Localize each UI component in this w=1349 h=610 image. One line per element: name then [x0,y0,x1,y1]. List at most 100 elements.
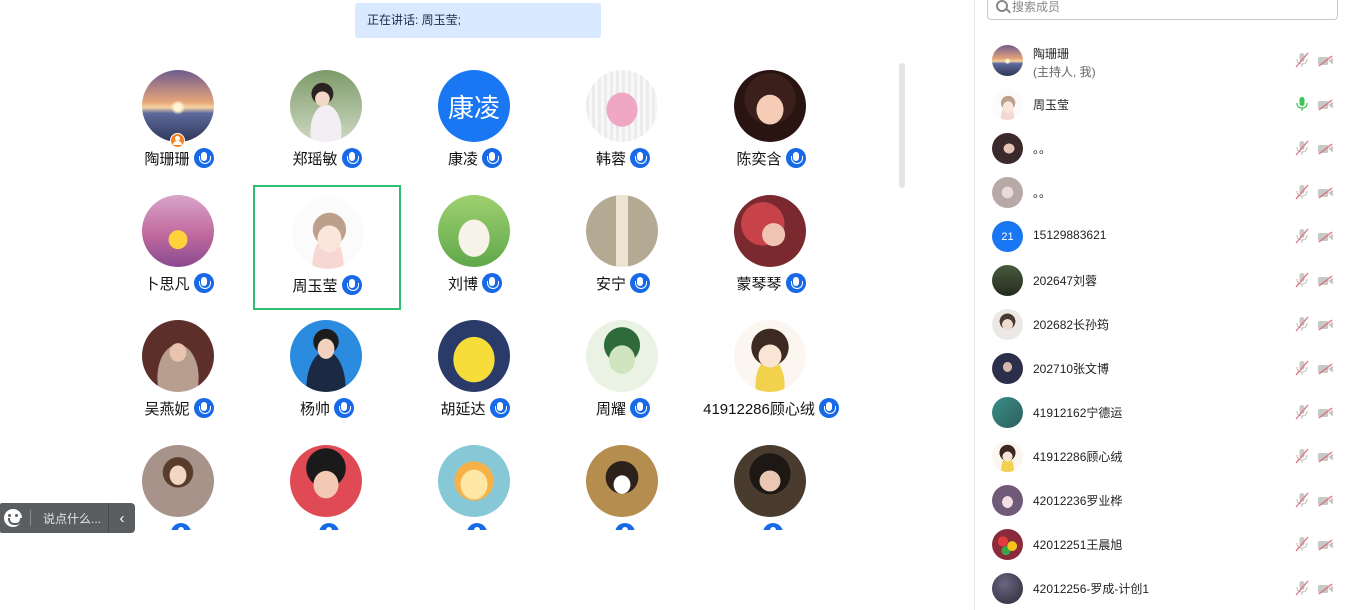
participant-tile[interactable]: 蒙琴琴 [697,185,845,310]
camera-off-icon[interactable] [1317,318,1334,331]
camera-off-icon[interactable] [1317,406,1334,419]
participant-tile[interactable]: 杨帅 [253,310,401,435]
mic-muted-icon[interactable] [1295,316,1309,332]
participant-row[interactable]: 42012256-罗成-计创1 [975,566,1349,610]
participant-row[interactable]: 。。 [975,170,1349,214]
mic-icon [193,398,214,418]
participant-tile[interactable]: 吴燕妮 [105,310,253,435]
participant-tile[interactable] [697,435,845,530]
participant-tile[interactable]: 刘博 [401,185,549,310]
participant-tile[interactable] [549,435,697,530]
participant-row[interactable]: 周玉莹 [975,82,1349,126]
chat-bar[interactable]: 说点什么... ‹ [0,503,135,533]
participant-tile[interactable]: 韩蓉 [549,60,697,185]
mic-muted-icon[interactable] [1295,52,1309,68]
participant-row-name: 42012236罗业桦 [1033,494,1123,508]
mic-muted-icon[interactable] [1295,580,1309,596]
camera-off-icon[interactable] [1317,142,1334,155]
participant-row-role: (主持人, 我) [1033,65,1096,79]
participant-row[interactable]: 21 15129883621 [975,214,1349,258]
participant-row-avatar [992,133,1023,164]
mic-muted-icon[interactable] [1295,492,1309,508]
camera-off-icon[interactable] [1317,450,1334,463]
participant-row[interactable]: 。。 [975,126,1349,170]
camera-off-icon[interactable] [1317,362,1334,375]
participant-tile[interactable]: 周玉莹 [253,185,401,310]
participant-row-name: 42012256-罗成-计创1 [1033,582,1150,596]
participant-row[interactable]: 202682长孙筠 [975,302,1349,346]
participant-row-name: 202647刘蓉 [1033,274,1098,288]
participant-avatar [142,445,214,517]
participant-tile[interactable]: 康凌 康凌 [401,60,549,185]
participant-tile[interactable] [401,435,549,530]
participant-row-name: 。。 [1033,142,1052,156]
participant-name: 刘博 [447,275,478,293]
participant-row-avatar [992,309,1023,340]
participant-row[interactable]: 陶珊珊 (主持人, 我) [975,38,1349,82]
participant-row-name: 。。 [1033,186,1052,200]
participant-avatar [142,70,214,142]
participant-row-name: 202710张文博 [1033,362,1110,376]
participant-row-avatar [992,441,1023,472]
mic-muted-icon[interactable] [1295,448,1309,464]
member-search-input[interactable]: 搜索成员 [987,0,1338,20]
participant-row[interactable]: 42012236罗业桦 [975,478,1349,522]
camera-off-icon[interactable] [1317,582,1334,595]
participant-avatar [290,445,362,517]
participants-panel: 搜索成员 陶珊珊 (主持人, 我) 周玉莹。。。。 21 15129883621 2026… [974,0,1349,610]
participant-tile[interactable]: 胡延达 [401,310,549,435]
participant-row[interactable]: 42012251王晨旭 [975,522,1349,566]
collapse-chevron-icon[interactable]: ‹ [109,510,135,527]
camera-off-icon[interactable] [1317,186,1334,199]
participant-row-avatar [992,573,1023,604]
mic-icon [763,523,783,530]
mic-icon [171,523,191,530]
mic-muted-icon[interactable] [1295,404,1309,420]
participant-name-row: 安宁 [549,271,697,295]
camera-off-icon[interactable] [1317,494,1334,507]
participant-name: 杨帅 [299,400,330,418]
participant-tile[interactable]: 卜思凡 [105,185,253,310]
mic-muted-icon[interactable] [1295,272,1309,288]
camera-off-icon[interactable] [1317,98,1334,111]
participant-name: 胡延达 [440,400,486,418]
camera-off-icon[interactable] [1317,54,1334,67]
participant-tile[interactable]: 陶珊珊 [105,60,253,185]
participant-name-row: 胡延达 [401,396,549,420]
participant-row[interactable]: 41912162宁德运 [975,390,1349,434]
participant-row[interactable]: 202647刘蓉 [975,258,1349,302]
mic-icon [785,273,806,293]
participant-row-name: 15129883621 [1033,228,1107,242]
emoji-icon[interactable] [4,509,22,527]
camera-off-icon[interactable] [1317,274,1334,287]
participant-row[interactable]: 41912286顾心绒 [975,434,1349,478]
mic-on-icon[interactable] [1295,96,1309,112]
participant-avatar [586,70,658,142]
grid-scrollbar[interactable] [899,63,905,188]
mic-muted-icon[interactable] [1295,228,1309,244]
participant-name-row: 韩蓉 [549,146,697,170]
mic-muted-icon[interactable] [1295,536,1309,552]
participant-avatar [734,195,806,267]
participant-name-row: 周耀 [549,396,697,420]
participant-row-avatar [992,353,1023,384]
participant-avatar [586,320,658,392]
participant-tile[interactable] [253,435,401,530]
participant-row[interactable]: 202710张文博 [975,346,1349,390]
participant-tile[interactable]: 陈奕含 [697,60,845,185]
participant-tile[interactable]: 安宁 [549,185,697,310]
participant-avatar [438,320,510,392]
camera-off-icon[interactable] [1317,230,1334,243]
mic-muted-icon[interactable] [1295,140,1309,156]
participant-row-name: 41912162宁德运 [1033,406,1123,420]
camera-off-icon[interactable] [1317,538,1334,551]
participant-tile[interactable]: 郑瑶敏 [253,60,401,185]
chat-input[interactable]: 说点什么... [43,510,108,527]
participant-tile[interactable]: 41912286顾心绒 [697,310,845,435]
participant-avatar [438,445,510,517]
mic-muted-icon[interactable] [1295,184,1309,200]
mic-icon [482,273,502,293]
mic-muted-icon[interactable] [1295,360,1309,376]
participant-tile[interactable]: 周耀 [549,310,697,435]
participant-row-name: 周玉莹 [1033,98,1070,112]
